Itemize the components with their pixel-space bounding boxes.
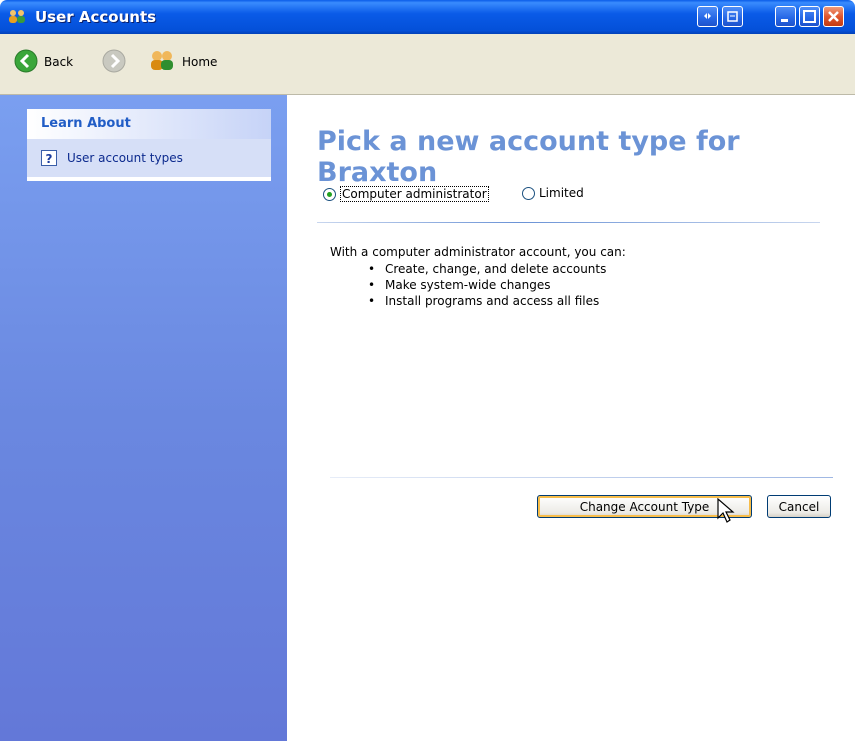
divider bbox=[330, 477, 833, 478]
back-arrow-icon bbox=[14, 49, 38, 76]
capabilities-list: • Create, change, and delete accounts • Ma… bbox=[368, 261, 606, 309]
back-button[interactable]: Back bbox=[14, 48, 73, 76]
close-button[interactable] bbox=[823, 6, 844, 27]
home-users-icon bbox=[148, 49, 176, 76]
limited-label[interactable]: Limited bbox=[539, 186, 584, 200]
help-icon: ? bbox=[41, 150, 57, 166]
description-text: With a computer administrator account, y… bbox=[330, 245, 626, 259]
computer-administrator-option[interactable]: Computer administrator bbox=[323, 186, 489, 202]
title-bar[interactable]: User Accounts bbox=[0, 0, 855, 34]
divider bbox=[317, 222, 820, 223]
learn-about-heading: Learn About bbox=[27, 109, 271, 139]
maximize-button[interactable] bbox=[799, 6, 820, 27]
home-label: Home bbox=[182, 55, 218, 69]
list-item: • Create, change, and delete accounts bbox=[368, 262, 607, 276]
list-item: • Make system-wide changes bbox=[368, 278, 551, 292]
window-title: User Accounts bbox=[35, 8, 157, 26]
page-title: Pick a new account type for Braxton bbox=[317, 126, 740, 188]
limited-radio[interactable] bbox=[522, 186, 535, 200]
user-accounts-icon bbox=[7, 9, 27, 25]
task-pane: Learn About ? User account types bbox=[0, 95, 287, 741]
minimize-button[interactable] bbox=[775, 6, 796, 27]
computer-administrator-label[interactable]: Computer administrator bbox=[340, 186, 489, 202]
tasks-button[interactable] bbox=[722, 6, 743, 27]
limited-option[interactable]: Limited bbox=[522, 186, 584, 200]
forward-button[interactable] bbox=[102, 48, 126, 76]
sidebar-item-user-account-types[interactable]: ? User account types bbox=[27, 139, 271, 177]
cancel-button[interactable]: Cancel bbox=[767, 495, 831, 518]
learn-about-panel: Learn About ? User account types bbox=[27, 109, 271, 181]
mouse-cursor-icon bbox=[716, 497, 736, 527]
back-label: Back bbox=[44, 55, 74, 69]
list-item: • Install programs and access all files bbox=[368, 294, 600, 308]
computer-administrator-radio[interactable] bbox=[323, 187, 336, 201]
navigation-toolbar: Back Home bbox=[0, 34, 855, 95]
switch-view-button[interactable] bbox=[697, 6, 718, 27]
home-button[interactable]: Home bbox=[148, 48, 217, 76]
sidebar-item-label: User account types bbox=[67, 151, 183, 165]
forward-arrow-icon bbox=[102, 49, 126, 76]
